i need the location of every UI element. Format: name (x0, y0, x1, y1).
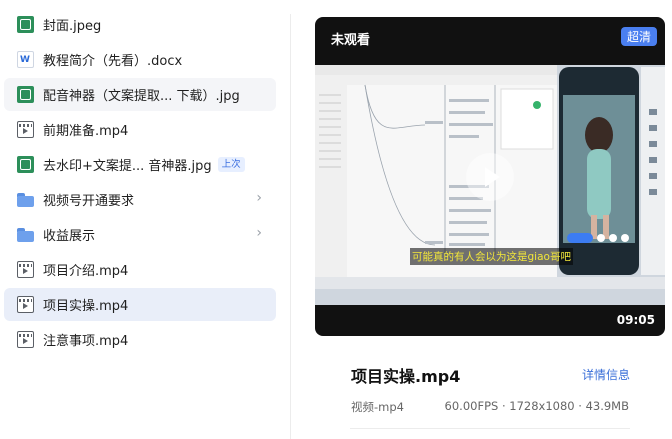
file-list-item[interactable]: 封面.jpeg (4, 8, 276, 41)
details-link[interactable]: 详情信息 (582, 366, 630, 383)
file-name: 前期准备.mp4 (43, 124, 129, 139)
folder-icon (17, 191, 34, 208)
file-meta: 60.00FPS · 1728x1080 · 43.9MB (444, 399, 629, 413)
file-list-item[interactable]: 配音神器（文案提取... 下载）.jpg (4, 78, 276, 111)
video-file-icon (17, 121, 34, 138)
image-file-icon (17, 86, 34, 103)
video-preview[interactable]: 未观看 超清 可能真的有人会以为这是giao哥吧 09:05 (315, 17, 665, 336)
play-button[interactable] (466, 153, 514, 201)
file-type: 视频-mp4 (351, 400, 404, 414)
file-list-item[interactable]: 项目实操.mp4 (4, 288, 276, 321)
file-list-item[interactable]: 前期准备.mp4 (4, 113, 276, 146)
video-subtitle: 可能真的有人会以为这是giao哥吧 (410, 248, 573, 265)
file-title: 项目实操.mp4 (351, 367, 461, 386)
file-name: 项目介绍.mp4 (43, 264, 129, 279)
file-list-item[interactable]: W 教程简介（先看）.docx (4, 43, 276, 76)
chevron-right-icon: › (256, 225, 262, 241)
image-file-icon (17, 16, 34, 33)
file-name: 注意事项.mp4 (43, 334, 129, 349)
file-name: 收益展示 (43, 229, 96, 244)
video-duration: 09:05 (616, 313, 655, 327)
file-name: 去水印+文案提... 音神器.jpg (43, 159, 212, 174)
folder-icon (17, 226, 34, 243)
file-list-item[interactable]: 收益展示 › (4, 218, 276, 251)
file-list: 封面.jpeg W 教程简介（先看）.docx 配音神器（文案提取... 下载）.jp… (0, 0, 290, 439)
file-name: 视频号开通要求 (43, 194, 135, 209)
last-viewed-badge: 上次 (217, 157, 245, 172)
chevron-right-icon: › (256, 190, 262, 206)
image-file-icon (17, 156, 34, 173)
file-name: 项目实操.mp4 (43, 299, 129, 314)
file-list-item[interactable]: 视频号开通要求 › (4, 183, 276, 216)
file-name: 教程简介（先看）.docx (43, 54, 183, 69)
file-list-item[interactable]: 注意事项.mp4 (4, 323, 276, 356)
file-name: 配音神器（文案提取... 下载）.jpg (43, 89, 240, 104)
quality-badge[interactable]: 超清 (620, 27, 657, 46)
file-list-item[interactable]: 去水印+文案提... 音神器.jpg 上次 (4, 148, 276, 181)
video-file-icon (17, 296, 34, 313)
details-divider (350, 428, 630, 429)
word-file-icon: W (17, 51, 34, 68)
video-file-icon (17, 331, 34, 348)
file-name: 封面.jpeg (43, 19, 102, 34)
file-list-item[interactable]: 项目介绍.mp4 (4, 253, 276, 286)
panel-divider (290, 14, 291, 439)
watch-status: 未观看 (331, 33, 371, 48)
video-file-icon (17, 261, 34, 278)
